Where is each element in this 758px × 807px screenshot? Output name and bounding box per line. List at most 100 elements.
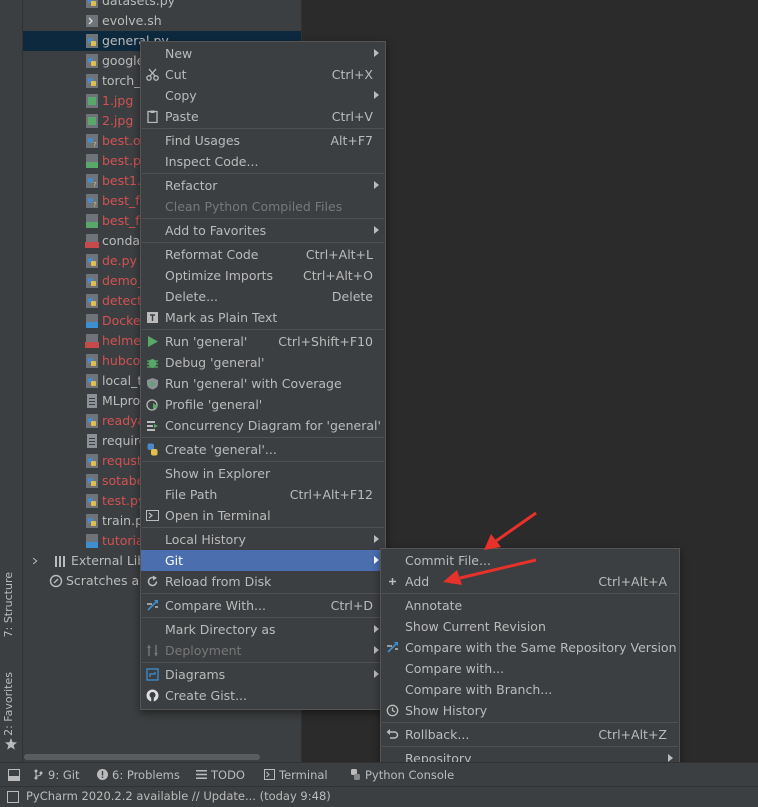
tool-window-git-label: 9: Git [48,768,80,782]
menu-item-optimize-imports[interactable]: Optimize Imports Ctrl+Alt+O [141,265,385,286]
menu-item-show-in-explorer[interactable]: Show in Explorer [141,463,385,484]
menu-item-label: Deployment [165,643,242,658]
menu-item-label: Show Current Revision [405,619,546,634]
clipboard-icon [147,110,158,123]
menu-item-copy[interactable]: Copy [141,85,385,106]
menu-item-label: Find Usages [165,133,241,148]
binary-file-icon [86,213,98,228]
python-file-icon [86,493,98,508]
tool-window-problems[interactable]: 6: Problems [97,763,180,787]
menu-item-find-usages[interactable]: Find Usages Alt+F7 [141,130,385,151]
menu-separator [382,746,678,747]
terminal-icon [264,769,275,780]
menu-item-label: Delete... [165,289,218,304]
tree-file-item[interactable]: datasets.py [23,0,301,11]
menu-separator [142,173,384,174]
menu-item-mark-as-plain-text[interactable]: Mark as Plain Text [141,307,385,328]
python-file-icon [86,353,98,368]
menu-item-delete[interactable]: Delete... Delete [141,286,385,307]
menu-item-mark-directory-as[interactable]: Mark Directory as [141,619,385,640]
menu-item-annotate[interactable]: Annotate [381,595,679,616]
menu-item-create-gist[interactable]: Create Gist... [141,685,385,706]
plain-text-icon [147,312,158,323]
svg-text:?: ? [93,181,97,188]
menu-item-compare-with[interactable]: Compare With... Ctrl+D [141,595,385,616]
tree-file-name: google [102,53,145,68]
shell-file-icon [86,14,98,27]
menu-item-concurrency-diagram-for-general[interactable]: Concurrency Diagram for 'general' [141,415,385,436]
menu-item-open-in-terminal[interactable]: Open in Terminal [141,505,385,526]
menu-item-label: Compare with the Same Repository Version [405,640,677,655]
python-file-icon [86,453,98,468]
panel-toggle-icon[interactable] [7,791,19,803]
menu-item-debug-general[interactable]: Debug 'general' [141,352,385,373]
menu-item-label: Git [165,553,184,568]
menu-item-profile-general[interactable]: Profile 'general' [141,394,385,415]
python-logo-icon [147,443,158,456]
menu-item-paste[interactable]: Paste Ctrl+V [141,106,385,127]
concurrency-icon [147,421,158,431]
menu-item-shortcut: Ctrl+Alt+O [303,268,373,283]
menu-item-run-general[interactable]: Run 'general' Ctrl+Shift+F10 [141,331,385,352]
menu-item-label: Rollback... [405,727,470,742]
menu-item-add[interactable]: Add Ctrl+Alt+A [381,571,679,592]
menu-item-label: Compare with... [405,661,505,676]
menu-separator [142,329,384,330]
menu-item-add-to-favorites[interactable]: Add to Favorites [141,220,385,241]
star-icon[interactable] [5,738,17,750]
tree-horizontal-scrollbar[interactable] [24,754,260,760]
git-submenu: Commit File... Add Ctrl+Alt+A Annotate Show … [380,548,680,770]
menu-item-inspect-code[interactable]: Inspect Code... [141,151,385,172]
tool-window-todo[interactable]: TODO [196,763,245,787]
structure-tab[interactable]: 7: Structure [2,572,15,637]
menu-item-clean-python-compiled-files[interactable]: Clean Python Compiled Files [141,196,385,217]
left-tool-strip: 7: Structure 2: Favorites [0,0,23,762]
menu-item-label: Compare With... [165,598,266,613]
menu-item-reload-from-disk[interactable]: Reload from Disk [141,571,385,592]
image-file-icon [86,113,98,128]
unknown-file-icon: ? [86,173,98,188]
menu-item-deployment[interactable]: Deployment [141,640,385,661]
tree-external-libraries[interactable]: External Libra [23,551,158,571]
menu-item-diagrams[interactable]: Diagrams [141,664,385,685]
tool-window-python-console[interactable]: Python Console [350,763,454,787]
menu-item-compare-with-the-same-repository-version[interactable]: Compare with the Same Repository Version [381,637,679,658]
clock-icon [386,704,399,717]
menu-item-show-history[interactable]: Show History [381,700,679,721]
menu-item-compare-with[interactable]: Compare with... [381,658,679,679]
menu-item-label: Annotate [405,598,463,613]
tool-window-terminal[interactable]: Terminal [264,763,328,787]
menu-item-cut[interactable]: Cut Ctrl+X [141,64,385,85]
menu-item-new[interactable]: New [141,43,385,64]
run-icon [148,336,158,347]
plus-icon [389,578,396,585]
menu-item-refactor[interactable]: Refactor [141,175,385,196]
tree-scratches[interactable]: Scratches an [23,571,147,591]
menu-item-rollback[interactable]: Rollback... Ctrl+Alt+Z [381,724,679,745]
menu-separator [142,617,384,618]
menu-item-label: Reformat Code [165,247,259,262]
problems-icon [97,769,108,780]
menu-item-reformat-code[interactable]: Reformat Code Ctrl+Alt+L [141,244,385,265]
menu-item-run-general-with-coverage[interactable]: Run 'general' with Coverage [141,373,385,394]
menu-item-local-history[interactable]: Local History [141,529,385,550]
menu-item-file-path[interactable]: File Path Ctrl+Alt+F12 [141,484,385,505]
menu-item-compare-with-branch[interactable]: Compare with Branch... [381,679,679,700]
favorites-tab[interactable]: 2: Favorites [2,672,15,736]
status-message[interactable]: PyCharm 2020.2.2 available // Update... … [26,787,331,807]
menu-item-show-current-revision[interactable]: Show Current Revision [381,616,679,637]
chevron-right-icon[interactable] [31,554,41,568]
menu-item-shortcut: Ctrl+Alt+A [598,574,667,589]
menu-item-label: Cut [165,67,187,82]
panel-toggle-icon[interactable] [8,769,20,781]
python-file-icon [86,53,98,68]
menu-item-create-general[interactable]: Create 'general'... [141,439,385,460]
debug-bug-icon [147,359,158,368]
tree-file-item[interactable]: evolve.sh [23,11,301,31]
menu-item-git[interactable]: Git [141,550,385,571]
menu-item-label: Local History [165,532,246,547]
terminal-icon [146,510,159,521]
menu-item-shortcut: Ctrl+Alt+Z [598,727,667,742]
menu-item-commit-file[interactable]: Commit File... [381,550,679,571]
tool-window-git[interactable]: 9: Git [33,763,79,787]
